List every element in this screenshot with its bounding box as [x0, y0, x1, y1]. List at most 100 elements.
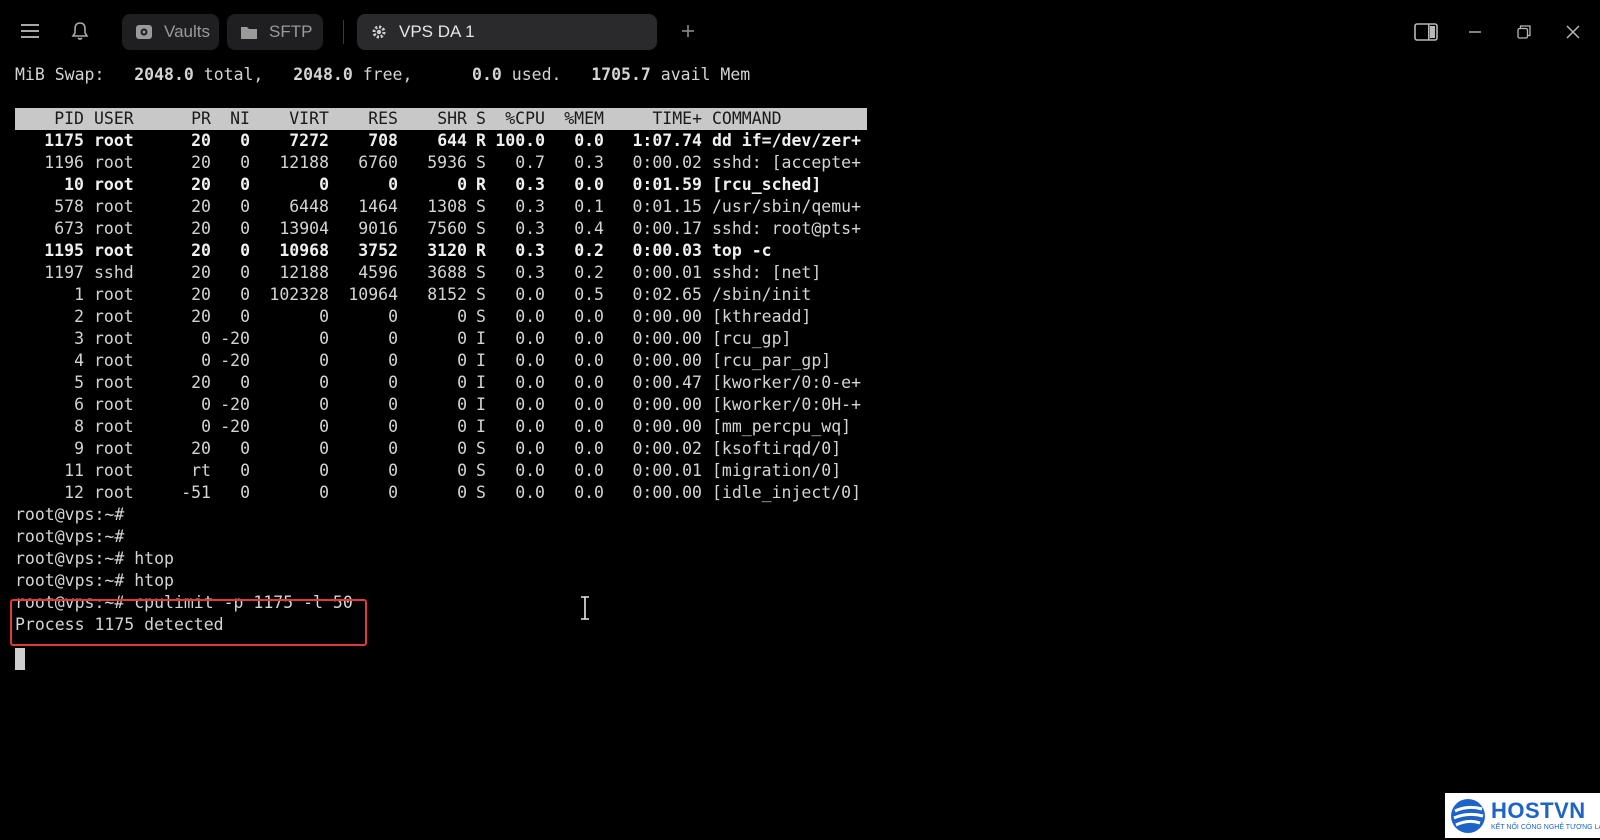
cell-pr: 0 [201, 329, 211, 348]
cell-mem: 0.0 [574, 373, 604, 392]
cell-res: 6760 [358, 153, 398, 172]
swap-free: 2048.0 [293, 65, 353, 84]
cell-user: root [94, 197, 134, 216]
cell-shr: 0 [457, 461, 467, 480]
cell-res: 10964 [348, 285, 398, 304]
cell-virt: 7272 [289, 131, 329, 150]
cell-pr: 20 [191, 175, 211, 194]
bell-icon[interactable] [67, 18, 93, 44]
cell-ni: 0 [240, 373, 250, 392]
close-icon[interactable] [1559, 18, 1587, 46]
cell-pid: 1197 [44, 263, 84, 282]
cell-pid: 1175 [44, 131, 84, 150]
terminal-output[interactable]: MiB Swap: 2048.0 total, 2048.0 free, 0.0… [15, 64, 1575, 784]
cell-command: /sbin/init [712, 285, 812, 304]
minimize-icon[interactable] [1461, 18, 1489, 46]
cell-virt: 6448 [289, 197, 329, 216]
split-panel-icon[interactable] [1412, 18, 1440, 46]
cell-user: root [94, 241, 134, 260]
cell-mem: 0.1 [574, 197, 604, 216]
process-row: 8 root 0 -20 0 0 0 I 0.0 0.0 0:00.00 [mm_percpu_wq] [15, 416, 867, 438]
cell-mem: 0.0 [574, 351, 604, 370]
cell-pid: 3 [74, 329, 84, 348]
cell-cpu: 0.0 [515, 395, 545, 414]
tab-divider [343, 20, 344, 44]
cell-shr: 7560 [427, 219, 467, 238]
process-row: 1175 root 20 0 7272 708 644 R 100.0 0.0 1:07.74 dd … [15, 130, 867, 152]
cell-command: [idle_inject/0] [712, 483, 862, 502]
cell-pr: 20 [191, 241, 211, 260]
cell-user: root [94, 461, 134, 480]
cell-ni: -20 [220, 329, 250, 348]
swap-total-label: total, [203, 65, 264, 84]
tab-vps-da-1[interactable]: VPS DA 1 [357, 14, 657, 50]
cell-pid: 673 [54, 219, 84, 238]
cell-shr: 0 [457, 329, 467, 348]
title-bar: Vaults SFTP VPS DA 1 [0, 0, 1600, 62]
cell-pid: 1195 [44, 241, 84, 260]
restore-icon[interactable] [1510, 18, 1538, 46]
cell-ni: 0 [240, 197, 250, 216]
cell-pid: 11 [64, 461, 84, 480]
cell-shr: 5936 [427, 153, 467, 172]
logo-tagline: KẾT NỐI CÔNG NGHỆ TƯƠNG LAI [1491, 824, 1600, 831]
cell-ni: 0 [240, 285, 250, 304]
swap-avail-label: avail Mem [660, 65, 751, 84]
cell-virt: 10968 [279, 241, 329, 260]
column-header-pr: PR [191, 109, 211, 128]
cell-res: 0 [388, 483, 398, 502]
folder-icon [239, 22, 259, 42]
cell-pid: 10 [64, 175, 84, 194]
cell-shr: 0 [457, 417, 467, 436]
cell-command: sshd: root@pts+ [712, 219, 862, 238]
cell-user: root [94, 175, 134, 194]
cell-command: sshd: [net] [712, 263, 822, 282]
cell-time: 0:00.03 [632, 241, 702, 260]
swap-avail: 1705.7 [591, 65, 651, 84]
cell-virt: 12188 [279, 153, 329, 172]
cell-virt: 0 [319, 307, 329, 326]
cell-mem: 0.0 [574, 175, 604, 194]
cell-shr: 1308 [427, 197, 467, 216]
process-row: 5 root 20 0 0 0 0 I 0.0 0.0 0:00.47 [kworker/0:0-e+ [15, 372, 867, 394]
tab-sftp[interactable]: SFTP [227, 14, 323, 50]
cell-virt: 13904 [279, 219, 329, 238]
hostvn-logo-icon [1451, 798, 1485, 833]
cell-ni: 0 [240, 175, 250, 194]
cell-cpu: 0.3 [515, 219, 545, 238]
tab-label: VPS DA 1 [399, 22, 475, 41]
process-row: 578 root 20 0 6448 1464 1308 S 0.3 0.1 0:01.15/usr… [15, 196, 867, 218]
cell-shr: 3688 [427, 263, 467, 282]
cell-mem: 0.4 [574, 219, 604, 238]
cell-time: 0:01.15 [632, 197, 702, 216]
column-header-time: TIME+ [652, 109, 702, 128]
cell-virt: 0 [319, 461, 329, 480]
cell-pr: 20 [191, 373, 211, 392]
vault-icon [134, 22, 154, 42]
cell-mem: 0.0 [574, 131, 604, 150]
cell-ni: -20 [220, 395, 250, 414]
cell-pr: 20 [191, 153, 211, 172]
cell-user: root [94, 329, 134, 348]
tab-label: SFTP [269, 22, 313, 41]
cell-pid: 6 [74, 395, 84, 414]
column-header-virt: VIRT [289, 109, 329, 128]
cell-command: [rcu_sched] [712, 175, 822, 194]
cell-cpu: 0.0 [515, 373, 545, 392]
cell-pid: 4 [74, 351, 84, 370]
hamburger-menu-icon[interactable] [17, 18, 43, 44]
cell-time: 0:01.59 [632, 175, 702, 194]
cell-res: 0 [388, 373, 398, 392]
plus-icon[interactable] [675, 18, 701, 44]
cell-virt: 12188 [279, 263, 329, 282]
cell-mem: 0.2 [574, 241, 604, 260]
cell-user: root [94, 219, 134, 238]
cell-command: [kthreadd] [712, 307, 812, 326]
cell-cpu: 0.0 [515, 417, 545, 436]
cell-ni: 0 [240, 483, 250, 502]
cell-command: /usr/sbin/qemu+ [712, 197, 862, 216]
tab-vaults[interactable]: Vaults [122, 14, 219, 50]
column-header-pid: PID [54, 109, 84, 128]
process-row: 6 root 0 -20 0 0 0 I 0.0 0.0 0:00.00 [kworker/0:0H-… [15, 394, 867, 416]
cell-mem: 0.3 [574, 153, 604, 172]
